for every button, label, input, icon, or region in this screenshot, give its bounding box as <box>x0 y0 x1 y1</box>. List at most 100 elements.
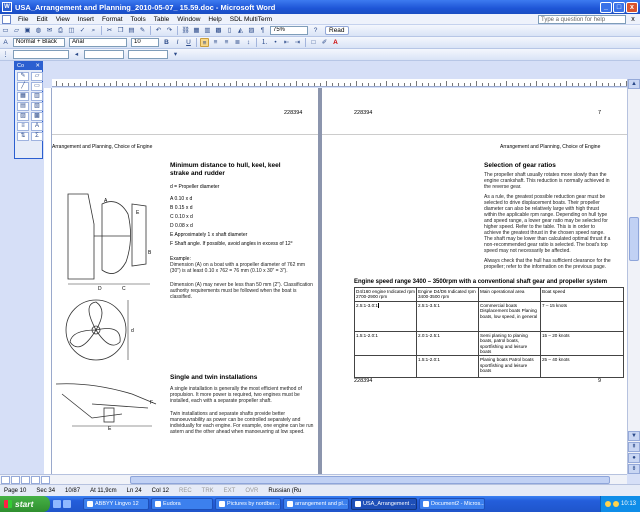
previous-page-icon[interactable]: ⇞ <box>628 442 640 452</box>
task-document2[interactable]: Document2 - Micros... <box>419 498 485 510</box>
drawing-icon[interactable]: ◭ <box>236 26 245 35</box>
maximize-button[interactable]: □ <box>613 1 625 13</box>
research-icon[interactable]: ⌕ <box>89 26 98 35</box>
bullets-icon[interactable]: • <box>271 38 280 47</box>
toolbar-combo-1[interactable] <box>13 50 69 59</box>
print-view-icon[interactable] <box>21 475 30 484</box>
web-view-icon[interactable] <box>11 475 20 484</box>
redo-icon[interactable]: ↷ <box>165 26 174 35</box>
tray-icon[interactable] <box>604 501 611 507</box>
task-eudora[interactable]: Eudora <box>151 498 213 510</box>
menu-tools[interactable]: Tools <box>127 16 150 23</box>
status-rec[interactable]: REC <box>175 488 198 494</box>
table-cell[interactable]: 1.5:1-2.0:1 <box>354 330 417 357</box>
tray-icon[interactable] <box>612 501 619 507</box>
paste-icon[interactable]: ▤ <box>127 26 136 35</box>
document-icon[interactable] <box>2 14 11 24</box>
align-right-icon[interactable]: ≡ <box>222 38 231 47</box>
table-cell[interactable]: Planing boats Patrol boats sportfishing … <box>478 355 541 379</box>
table-cell[interactable]: 25 – 40 knots <box>540 355 624 379</box>
horizontal-scrollbar[interactable] <box>0 474 627 484</box>
menu-help[interactable]: Help <box>204 16 225 23</box>
next-page-icon[interactable]: ⇟ <box>628 464 640 474</box>
back-arrow-icon[interactable]: ◂ <box>72 50 81 59</box>
palette-close-icon[interactable]: ✕ <box>35 62 40 70</box>
task-pictures[interactable]: Pictures by nordber... <box>215 498 281 510</box>
select-browse-object-icon[interactable]: ● <box>628 453 640 463</box>
columns-icon[interactable]: ▯ <box>225 26 234 35</box>
increase-indent-icon[interactable]: ⇥ <box>293 38 302 47</box>
palette-sum-icon[interactable]: Σ <box>31 132 43 141</box>
left-page[interactable]: 228394 Arrangement and Planning, Choice … <box>52 88 318 474</box>
menu-format[interactable]: Format <box>98 16 127 23</box>
palette-merge-icon[interactable]: ▨ <box>17 112 29 121</box>
menu-file[interactable]: File <box>14 16 32 23</box>
start-button[interactable]: start <box>0 496 50 512</box>
palette-rect-icon[interactable]: ▭ <box>31 82 43 91</box>
help-icon[interactable]: ? <box>311 26 320 35</box>
table-header-cell[interactable]: Engine D4/D6 Indicated rpm 3400-3500 rpm <box>416 287 479 302</box>
palette-grid-icon[interactable]: ▥ <box>31 92 43 101</box>
reading-view-icon[interactable] <box>41 475 50 484</box>
justify-icon[interactable]: ≣ <box>233 38 242 47</box>
palette-bars-icon[interactable]: ▤ <box>17 102 29 111</box>
scroll-thumb[interactable] <box>629 217 639 261</box>
font-color-icon[interactable]: A <box>331 38 340 47</box>
document-area[interactable]: 228394 Arrangement and Planning, Choice … <box>52 88 627 474</box>
spelling-icon[interactable]: ✓ <box>78 26 87 35</box>
outside-border-icon[interactable]: □ <box>309 38 318 47</box>
read-button[interactable]: Read <box>325 26 349 35</box>
menu-insert[interactable]: Insert <box>74 16 98 23</box>
palette-line-icon[interactable]: ╱ <box>17 82 29 91</box>
palette-sort-icon[interactable]: ⇅ <box>17 132 29 141</box>
task-usa-arrangement[interactable]: USA_Arrangement ... <box>351 498 417 510</box>
font-combo[interactable]: Arial <box>69 38 127 47</box>
decrease-indent-icon[interactable]: ⇤ <box>282 38 291 47</box>
align-left-icon[interactable]: ≡ <box>200 38 209 47</box>
table-cell[interactable]: 2.5:1-3.5:1 <box>416 300 479 332</box>
table-cell[interactable]: 2.5:1-3.0:1 <box>354 300 417 332</box>
palette-pen-icon[interactable]: ✎ <box>17 72 29 81</box>
underline-button[interactable]: U <box>184 38 193 47</box>
palette-align-icon[interactable]: ≡ <box>17 122 29 131</box>
menu-edit[interactable]: Edit <box>32 16 51 23</box>
palette-cells-icon[interactable]: ▧ <box>31 102 43 111</box>
floating-palette[interactable]: Co ✕ ✎ ▱ ╱ ▭ ▦ ▥ ▤ ▧ ▨ ▩ ≡ A ⇅ Σ <box>14 61 43 159</box>
task-abbyy-lingvo[interactable]: ABBYY Lingvo 12 <box>83 498 149 510</box>
palette-title-bar[interactable]: Co ✕ <box>15 62 42 70</box>
menu-table[interactable]: Table <box>150 16 174 23</box>
minimize-button[interactable]: _ <box>600 1 612 13</box>
table-header-cell[interactable]: Main operational area <box>478 287 541 302</box>
save-icon[interactable]: ▣ <box>23 26 32 35</box>
insert-table-icon[interactable]: ▥ <box>203 26 212 35</box>
table-cell[interactable]: 15 – 20 knots <box>540 330 624 357</box>
table-header-cell[interactable]: D4/160 engine Indicated rpm 2700-2900 rp… <box>354 287 417 302</box>
print-icon[interactable]: ⎙ <box>56 26 65 35</box>
help-search-input[interactable]: Type a question for help <box>538 14 626 24</box>
tables-borders-icon[interactable]: ▦ <box>192 26 201 35</box>
hyperlink-icon[interactable]: ⛓ <box>181 26 190 35</box>
palette-text-icon[interactable]: A <box>31 122 43 131</box>
print-preview-icon[interactable]: ◫ <box>67 26 76 35</box>
scroll-down-icon[interactable]: ▼ <box>628 431 640 441</box>
palette-table-icon[interactable]: ▦ <box>17 92 29 101</box>
horizontal-ruler[interactable] <box>52 79 627 87</box>
right-page[interactable]: 228394 7 Arrangement and Planning, Choic… <box>322 88 627 474</box>
palette-eraser-icon[interactable]: ▱ <box>31 72 43 81</box>
email-icon[interactable]: ✉ <box>45 26 54 35</box>
quick-launch-icon[interactable] <box>53 500 61 508</box>
document-close-icon[interactable]: x <box>628 16 638 23</box>
zoom-combo[interactable]: 75% <box>270 26 308 35</box>
format-painter-icon[interactable]: ✎ <box>138 26 147 35</box>
normal-view-icon[interactable] <box>1 475 10 484</box>
permission-icon[interactable]: ◍ <box>34 26 43 35</box>
cut-icon[interactable]: ✂ <box>105 26 114 35</box>
status-trk[interactable]: TRK <box>198 488 220 494</box>
show-hide-icon[interactable]: ¶ <box>258 26 267 35</box>
horizontal-scroll-thumb[interactable] <box>130 475 610 484</box>
table-header-cell[interactable]: Boat speed <box>540 287 624 302</box>
undo-icon[interactable]: ↶ <box>154 26 163 35</box>
table-cell[interactable]: 1.5:1-2.0:1 <box>416 355 479 379</box>
vertical-ruler[interactable] <box>44 88 52 474</box>
quick-launch-icon[interactable] <box>63 500 71 508</box>
